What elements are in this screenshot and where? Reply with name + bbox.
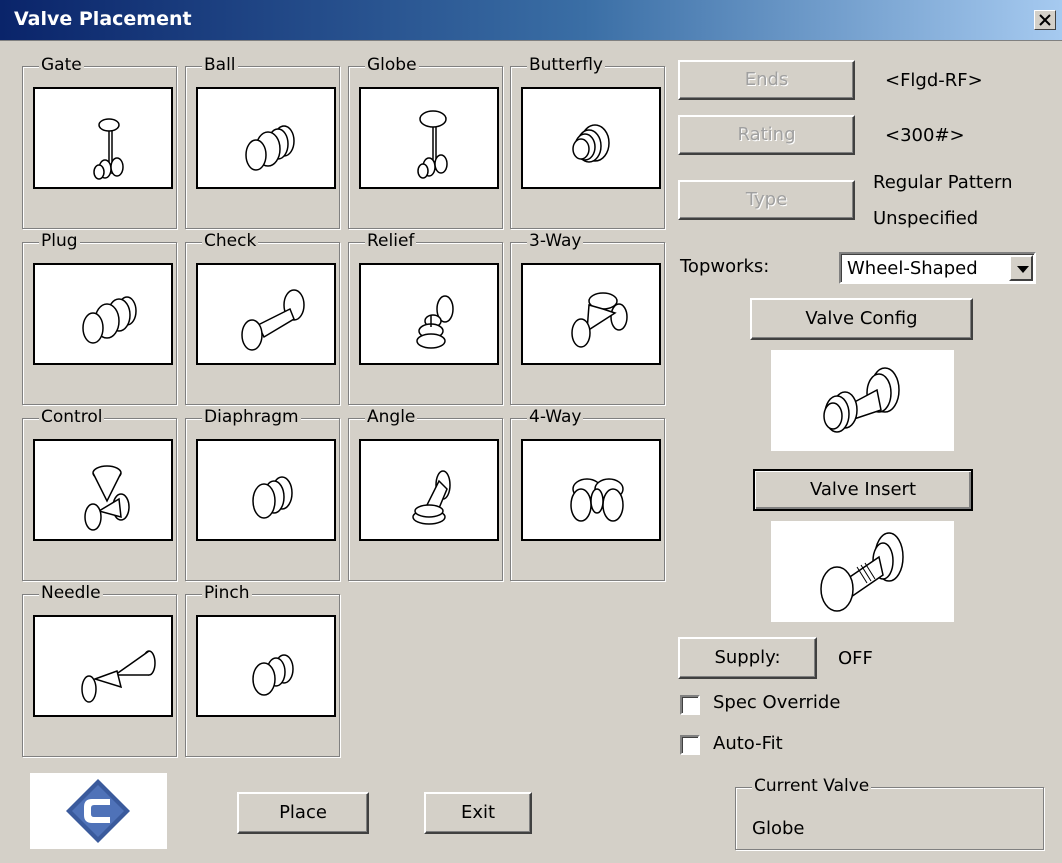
valve-check-thumbnail[interactable] [196,263,336,365]
ends-button[interactable]: Ends [678,60,855,100]
valve-globe-thumbnail[interactable] [359,87,499,189]
valve-angle-thumbnail[interactable] [359,439,499,541]
valve-relief-thumbnail[interactable] [359,263,499,365]
plug-valve-icon [82,296,137,344]
valve-group-angle: Angle [348,407,503,581]
valve-ball-thumbnail[interactable] [196,87,336,189]
topworks-selected-value: Wheel-Shaped [847,258,978,279]
valve-insert-preview [771,521,954,622]
rating-button[interactable]: Rating [678,115,855,155]
supply-button[interactable]: Supply: [678,637,817,679]
supply-value: OFF [838,648,873,669]
gate-valve-icon [93,118,124,180]
valve-label: Diaphragm [202,407,301,427]
diaphragm-valve-icon [252,476,293,519]
auto-fit-label: Auto-Fit [713,733,783,754]
valve-group-plug: Plug [22,231,177,405]
valve-group-4-way: 4-Way [510,407,665,581]
place-button[interactable]: Place [237,792,369,834]
ends-value: <Flgd-RF> [885,70,983,91]
title-bar: Valve Placement [0,0,1062,41]
valve-plug-thumbnail[interactable] [33,263,173,365]
app-logo [30,773,167,849]
valve-4-way-thumbnail[interactable] [521,439,661,541]
valve-pinch-thumbnail[interactable] [196,615,336,717]
valve-label: Check [202,231,259,251]
valve-label: Plug [39,231,80,251]
angle-valve-icon [412,470,451,525]
spec-override-checkbox[interactable] [680,695,700,715]
valve-group-control: Control [22,407,177,581]
valve-group-needle: Needle [22,583,177,757]
valve-label: Control [39,407,105,427]
current-valve-legend: Current Valve [752,776,872,796]
valve-group-butterfly: Butterfly [510,55,665,229]
valve-label: Needle [39,583,103,603]
valve-label: 3-Way [527,231,584,251]
valve-label: Ball [202,55,238,75]
valve-label: Gate [39,55,84,75]
close-button[interactable] [1034,10,1056,30]
relief-valve-icon [416,295,454,349]
valve-group-check: Check [185,231,340,405]
valve-group-globe: Globe [348,55,503,229]
logo-icon [66,779,130,843]
topworks-label: Topworks: [680,256,770,277]
valve-gate-thumbnail[interactable] [33,87,173,189]
four-way-valve-icon [570,478,624,522]
valve-group-gate: Gate [22,55,177,229]
type-button[interactable]: Type [678,180,855,220]
valve-group-ball: Ball [185,55,340,229]
valve-label: 4-Way [527,407,584,427]
valve-group-diaphragm: Diaphragm [185,407,340,581]
butterfly-valve-icon [572,124,610,163]
valve-3-way-thumbnail[interactable] [521,263,661,365]
exit-button[interactable]: Exit [424,792,532,834]
current-valve-value: Globe [752,818,805,839]
window-title: Valve Placement [14,8,192,30]
valve-diaphragm-thumbnail[interactable] [196,439,336,541]
spec-override-label: Spec Override [713,692,841,713]
control-valve-icon [84,465,130,531]
three-way-valve-icon [571,292,628,348]
valve-needle-thumbnail[interactable] [33,615,173,717]
auto-fit-checkbox[interactable] [680,735,700,755]
rating-value: <300#> [885,125,965,146]
valve-config-button[interactable]: Valve Config [750,298,973,340]
valve-label: Globe [365,55,419,75]
valve-insert-button[interactable]: Valve Insert [753,469,973,511]
check-valve-icon [241,289,305,351]
valve-butterfly-thumbnail[interactable] [521,87,661,189]
globe-valve-icon [417,110,448,179]
valve-group-3-way: 3-Way [510,231,665,405]
close-icon [1039,14,1051,26]
topworks-select[interactable]: Wheel-Shaped [839,252,1036,284]
chevron-down-icon[interactable] [1009,255,1033,281]
valve-label: Relief [365,231,417,251]
type-unspecified-text: Unspecified [873,208,979,229]
valve-group-pinch: Pinch [185,583,340,757]
valve-config-preview [771,350,954,451]
valve-group-relief: Relief [348,231,503,405]
insert-valve-preview-icon [820,532,904,612]
ball-valve-icon [245,125,295,171]
needle-valve-icon [81,650,156,703]
pinch-valve-icon [252,654,294,696]
valve-control-thumbnail[interactable] [33,439,173,541]
valve-label: Pinch [202,583,252,603]
config-valve-preview-icon [823,367,900,433]
type-pattern-text: Regular Pattern [873,172,1013,193]
current-valve-group: Current Valve Globe [735,776,1044,850]
valve-label: Angle [365,407,418,427]
valve-label: Butterfly [527,55,605,75]
